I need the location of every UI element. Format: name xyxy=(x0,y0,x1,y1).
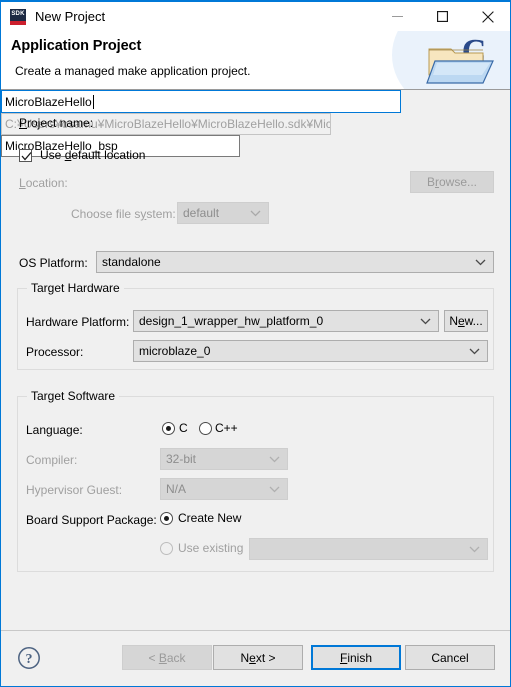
compiler-value: 32-bit xyxy=(166,452,197,466)
maximize-button[interactable] xyxy=(420,2,465,31)
chevron-down-icon xyxy=(250,206,261,220)
radio-button-create-new xyxy=(160,511,173,525)
close-icon xyxy=(481,10,494,23)
use-default-location-label: Use default location xyxy=(40,148,146,162)
project-name-input[interactable]: MicroBlazeHello xyxy=(1,90,401,113)
os-platform-combo[interactable]: standalone xyxy=(96,251,494,273)
bsp-use-existing-radio: Use existing xyxy=(160,541,243,555)
processor-combo[interactable]: microblaze_0 xyxy=(133,340,488,362)
browse-button: Browse... xyxy=(410,171,494,193)
bsp-use-existing-label: Use existing xyxy=(178,541,244,555)
bsp-create-new-label: Create New xyxy=(178,511,242,525)
project-name-value: MicroBlazeHello xyxy=(5,94,92,109)
location-label: Location: xyxy=(19,176,68,190)
back-button: < Back xyxy=(122,645,212,670)
title-bar: SDK New Project xyxy=(1,2,510,31)
file-system-value: default xyxy=(183,206,220,220)
hypervisor-guest-label: Hypervisor Guest: xyxy=(26,483,123,497)
file-system-combo: default xyxy=(177,202,269,224)
os-platform-value: standalone xyxy=(102,255,161,269)
hardware-platform-label: Hardware Platform: xyxy=(26,315,130,329)
chevron-down-icon xyxy=(475,255,486,269)
minimize-icon xyxy=(392,16,403,17)
chevron-down-icon xyxy=(469,542,480,556)
os-platform-label: OS Platform: xyxy=(19,256,88,270)
cancel-button[interactable]: Cancel xyxy=(405,645,495,670)
maximize-icon xyxy=(437,11,448,22)
next-button[interactable]: Next > xyxy=(213,645,303,670)
hypervisor-guest-value: N/A xyxy=(166,482,187,496)
new-project-dialog: SDK New Project Application Project Crea… xyxy=(0,0,511,687)
chevron-down-icon xyxy=(269,482,280,496)
compiler-combo: 32-bit xyxy=(160,448,288,470)
new-hardware-platform-button[interactable]: New... xyxy=(444,310,488,332)
banner-subtitle: Create a managed make application projec… xyxy=(15,64,251,78)
radio-button-c xyxy=(162,421,175,435)
sdk-app-icon-stripe xyxy=(10,20,26,25)
c-project-folder-icon: C xyxy=(426,33,494,84)
sdk-app-icon-label: SDK xyxy=(11,10,25,17)
language-radio-cpp[interactable]: C++ xyxy=(199,421,238,435)
dialog-content: Project name: MicroBlazeHello Use defaul… xyxy=(1,90,510,630)
processor-value: microblaze_0 xyxy=(139,344,211,358)
language-option-c-label: C xyxy=(179,421,188,435)
chevron-down-icon xyxy=(469,344,480,358)
use-default-location-checkbox[interactable]: Use default location xyxy=(19,148,145,162)
target-software-legend: Target Software xyxy=(27,389,120,403)
language-label: Language: xyxy=(26,423,83,437)
sdk-app-icon: SDK xyxy=(10,8,26,25)
language-radio-c[interactable]: C xyxy=(162,421,188,435)
radio-button-use-existing xyxy=(160,541,173,555)
banner-title: Application Project xyxy=(11,38,142,54)
window-controls xyxy=(375,2,510,31)
wizard-banner: Application Project Create a managed mak… xyxy=(1,31,510,89)
bsp-existing-combo xyxy=(249,538,488,560)
language-option-cpp-label: C++ xyxy=(215,421,238,435)
chevron-down-icon xyxy=(269,452,280,466)
checkbox-box xyxy=(19,148,32,162)
target-hardware-legend: Target Hardware xyxy=(27,281,124,295)
chevron-down-icon xyxy=(420,314,431,328)
minimize-button[interactable] xyxy=(375,2,420,31)
file-system-label: Choose file system: xyxy=(71,207,176,221)
text-caret xyxy=(92,94,94,109)
hardware-platform-combo[interactable]: design_1_wrapper_hw_platform_0 xyxy=(133,310,439,332)
help-icon[interactable]: ? xyxy=(17,646,41,670)
compiler-label: Compiler: xyxy=(26,453,78,467)
svg-text:?: ? xyxy=(26,652,33,667)
window-title: New Project xyxy=(35,9,106,24)
checkmark-icon xyxy=(21,151,32,160)
project-name-label: Project name: xyxy=(19,116,94,130)
hypervisor-guest-combo: N/A xyxy=(160,478,288,500)
hardware-platform-value: design_1_wrapper_hw_platform_0 xyxy=(139,314,324,328)
close-button[interactable] xyxy=(465,2,510,31)
processor-label: Processor: xyxy=(26,345,84,359)
finish-button[interactable]: Finish xyxy=(311,645,401,670)
radio-button-cpp xyxy=(199,421,212,435)
bsp-create-new-radio[interactable]: Create New xyxy=(160,511,241,525)
dialog-footer: ? < Back Next > Finish Cancel xyxy=(1,631,510,685)
board-support-package-label: Board Support Package: xyxy=(26,513,157,527)
